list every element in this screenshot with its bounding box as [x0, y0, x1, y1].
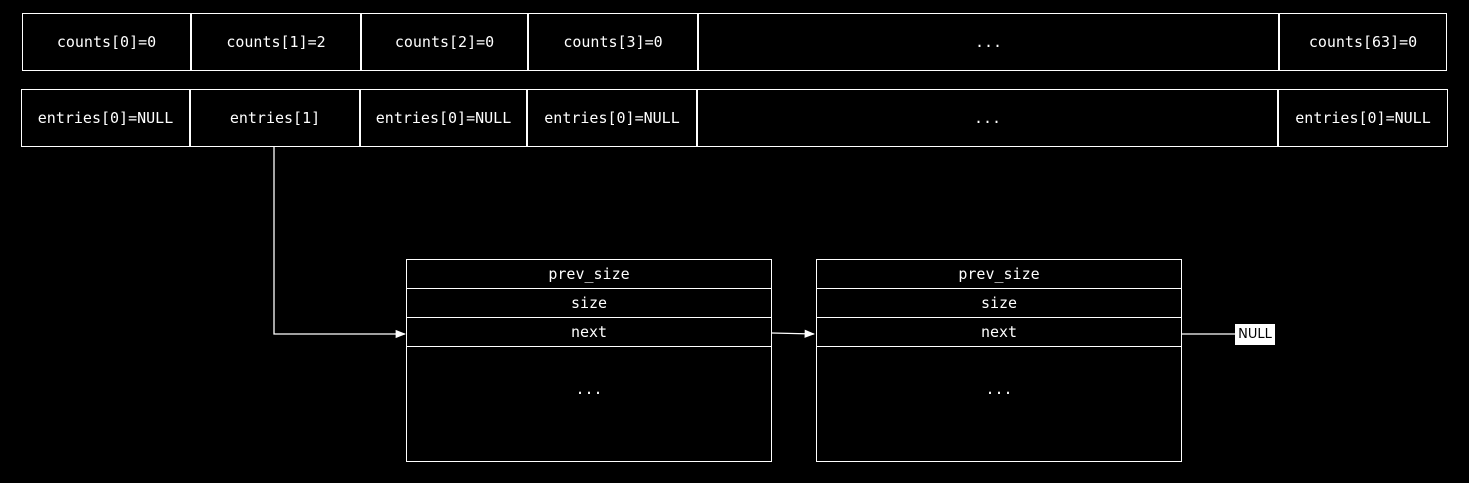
null-terminator-label: NULL: [1235, 324, 1275, 345]
counts-cell-ellipsis: ...: [698, 13, 1279, 71]
chunk-1-size-field: size: [407, 289, 771, 318]
chunk-1: prev_size size next ...: [406, 259, 772, 462]
entries-cell-1: entries[1]: [190, 89, 360, 147]
entries-cell-0: entries[0]=NULL: [21, 89, 190, 147]
chunk-2-prev-size-field: prev_size: [817, 260, 1181, 289]
counts-cell-2: counts[2]=0: [361, 13, 528, 71]
entries-cell-2: entries[0]=NULL: [360, 89, 527, 147]
chunk-2-data-field: ...: [985, 380, 1013, 398]
chunk-1-prev-size-field: prev_size: [407, 260, 771, 289]
entries-array: entries[0]=NULL entries[1] entries[0]=NU…: [21, 89, 1448, 147]
chunk-1-next-field: next: [407, 318, 771, 347]
chunk-2-size-field: size: [817, 289, 1181, 318]
entries-cell-3: entries[0]=NULL: [527, 89, 697, 147]
counts-cell-1: counts[1]=2: [191, 13, 361, 71]
entries1-to-chunk1-arrow: [273, 147, 407, 339]
chunk-2: prev_size size next ...: [816, 259, 1182, 462]
counts-cell-63: counts[63]=0: [1279, 13, 1447, 71]
counts-cell-3: counts[3]=0: [528, 13, 698, 71]
entries-cell-ellipsis: ...: [697, 89, 1278, 147]
entries-cell-63: entries[0]=NULL: [1278, 89, 1448, 147]
counts-array: counts[0]=0 counts[1]=2 counts[2]=0 coun…: [22, 13, 1447, 71]
chunk-2-next-field: next: [817, 318, 1181, 347]
chunk1-next-to-chunk2-arrow: [771, 329, 816, 338]
counts-cell-0: counts[0]=0: [22, 13, 191, 71]
chunk-1-data-field: ...: [575, 380, 603, 398]
